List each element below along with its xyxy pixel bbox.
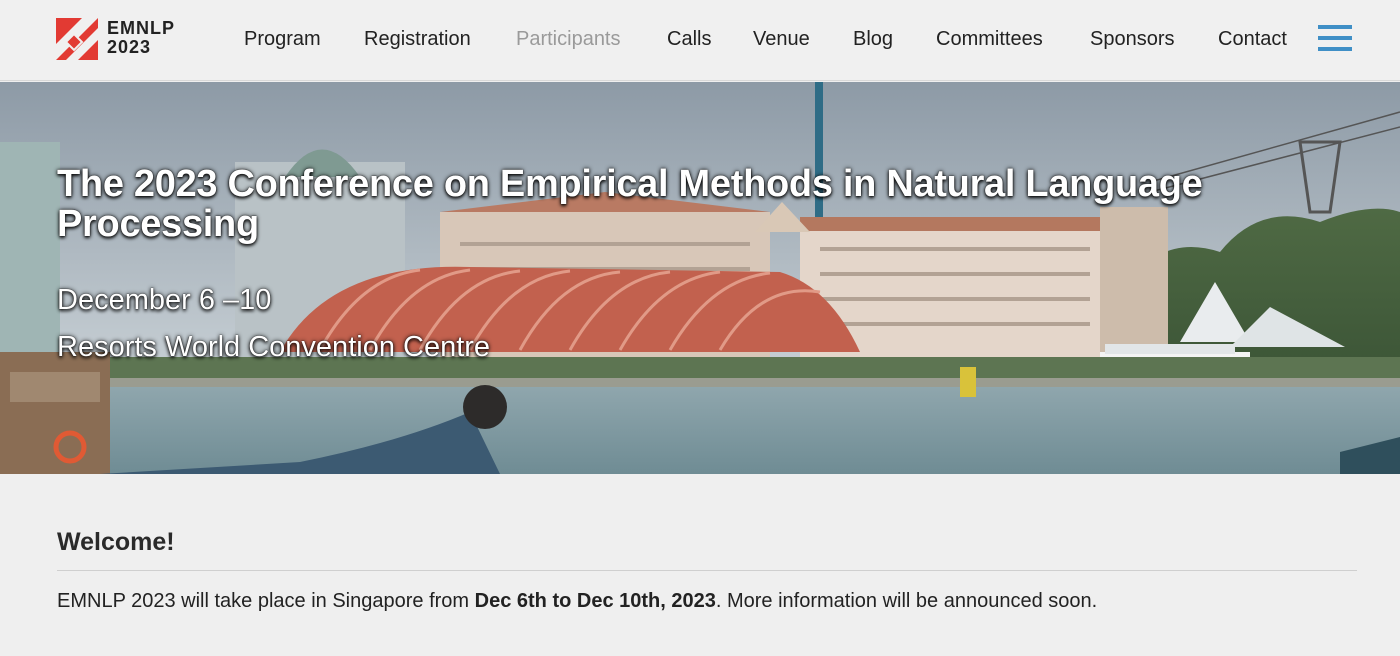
nav-program[interactable]: Program	[244, 27, 321, 51]
nav-registration[interactable]: Registration	[364, 27, 471, 51]
nav-participants[interactable]: Participants	[516, 27, 621, 51]
logo-wordmark: EMNLP 2023	[107, 19, 175, 57]
nav-sponsors[interactable]: Sponsors	[1090, 27, 1175, 51]
hero-date: December 6 –10	[57, 284, 272, 316]
welcome-text-end: . More information will be announced soo…	[715, 590, 1098, 612]
nav-calls[interactable]: Calls	[667, 27, 711, 51]
hero-title: The 2023 Conference on Empirical Methods…	[57, 163, 1203, 245]
welcome-text-start: EMNLP 2023 will take place in Singapore …	[57, 590, 475, 612]
welcome-dates-bold: Dec 6th to Dec 10th, 2023	[474, 590, 716, 612]
hamburger-menu-icon[interactable]	[1318, 25, 1352, 53]
logo-line-2: 2023	[107, 37, 152, 57]
hero-banner: The 2023 Conference on Empirical Methods…	[0, 82, 1400, 474]
logo-line-1: EMNLP	[107, 18, 175, 38]
emnlp-logo-link[interactable]: EMNLP 2023	[56, 17, 196, 61]
nav-contact[interactable]: Contact	[1218, 27, 1287, 51]
nav-committees[interactable]: Committees	[936, 27, 1043, 51]
top-navbar: EMNLP 2023 Program Registration Particip…	[0, 0, 1400, 81]
nav-venue[interactable]: Venue	[753, 27, 810, 51]
hero-venue: Resorts World Convention Centre	[57, 331, 491, 363]
emnlp-logo-icon	[56, 18, 98, 60]
welcome-heading: Welcome!	[57, 528, 175, 556]
nav-blog[interactable]: Blog	[853, 27, 893, 51]
hero-background-image	[0, 82, 1400, 474]
welcome-paragraph: EMNLP 2023 will take place in Singapore …	[57, 589, 1097, 613]
section-divider	[57, 570, 1357, 571]
